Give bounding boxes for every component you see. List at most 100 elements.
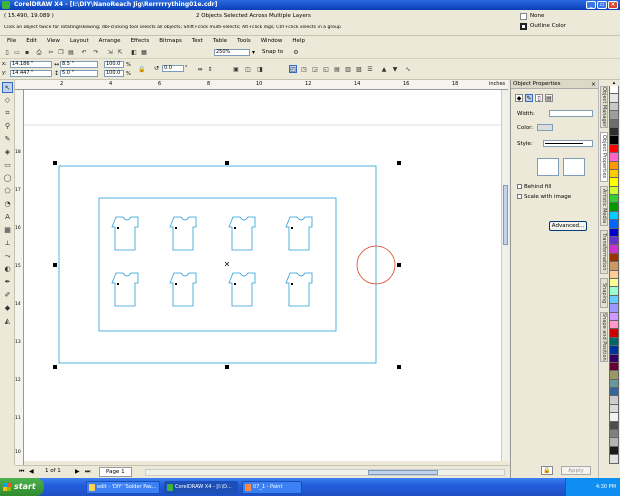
scale-y-field[interactable]: 100.0 <box>104 70 124 77</box>
menu-tools[interactable]: Tools <box>232 38 256 44</box>
text-tool-icon[interactable]: A <box>2 212 13 223</box>
color-swatch[interactable] <box>609 396 619 405</box>
welcome-screen-icon[interactable]: ▦ <box>140 48 148 56</box>
copy-icon[interactable]: ❐ <box>57 48 65 56</box>
drawing-canvas[interactable] <box>24 90 501 461</box>
paste-icon[interactable]: ▤ <box>67 48 75 56</box>
application-launcher-icon[interactable]: ◧ <box>130 48 138 56</box>
selection-handle[interactable] <box>225 161 229 165</box>
x-position-field[interactable]: 14.186 " <box>10 61 52 68</box>
color-swatch[interactable] <box>609 421 619 431</box>
color-swatch[interactable] <box>609 446 619 456</box>
detail-tab-icon[interactable]: ▤ <box>545 94 553 102</box>
scale-x-field[interactable]: 100.0 <box>104 61 124 68</box>
horizontal-ruler[interactable]: 2 4 6 8 10 12 14 16 18 inches <box>15 80 508 90</box>
color-swatch[interactable] <box>609 119 619 128</box>
color-swatch[interactable] <box>609 320 619 330</box>
color-swatch[interactable] <box>609 127 619 137</box>
page-tab[interactable]: Page 1 <box>99 467 132 477</box>
color-swatch[interactable] <box>609 371 619 380</box>
selection-handle[interactable] <box>397 365 401 369</box>
outline-tab-icon[interactable]: ✎ <box>525 94 533 102</box>
export-icon[interactable]: ⇱ <box>116 48 124 56</box>
to-front-icon[interactable]: ▲ <box>380 65 388 73</box>
behind-fill-checkbox[interactable]: Behind fill <box>517 184 551 190</box>
color-swatch[interactable] <box>609 379 619 389</box>
line-style-select[interactable] <box>543 140 593 147</box>
menu-layout[interactable]: Layout <box>65 38 94 44</box>
selection-handle[interactable] <box>225 365 229 369</box>
selection-handle[interactable] <box>397 161 401 165</box>
shape-tool-icon[interactable]: ◇ <box>2 95 13 106</box>
color-swatch[interactable] <box>609 430 619 439</box>
color-swatch[interactable] <box>609 178 619 187</box>
color-swatch[interactable] <box>609 362 619 372</box>
taskbar-item-paint[interactable]: 07_1 - Paint <box>242 481 302 494</box>
snap-to-dropdown[interactable]: Snap to <box>262 49 283 55</box>
y-position-field[interactable]: 14.447 " <box>10 70 52 77</box>
color-swatch[interactable] <box>609 312 619 321</box>
canvas-drawing[interactable] <box>24 90 501 461</box>
outline-color-picker[interactable] <box>537 124 553 131</box>
color-swatch[interactable] <box>609 438 619 447</box>
connector-tool-icon[interactable]: ⤳ <box>2 251 13 262</box>
align-distribute-icon[interactable]: ☰ <box>366 65 374 73</box>
parallel-dimension-tool-icon[interactable]: ⟂ <box>2 238 13 249</box>
color-swatch[interactable] <box>609 211 619 221</box>
print-icon[interactable]: ⎙ <box>35 48 43 56</box>
zoom-tool-icon[interactable]: ⚲ <box>2 121 13 132</box>
pick-tool-icon[interactable]: ↖ <box>2 82 13 93</box>
color-swatch[interactable] <box>609 228 619 238</box>
zoom-level-select[interactable]: 250% <box>214 49 250 56</box>
outline-width-select[interactable] <box>549 110 593 117</box>
outline-tool-icon[interactable]: ✐ <box>2 290 13 301</box>
tab-transformation[interactable]: Transformation <box>600 230 608 274</box>
color-swatch[interactable] <box>609 195 619 204</box>
front-minus-back-icon[interactable]: ▤ <box>333 65 341 73</box>
fill-tab-icon[interactable]: ◆ <box>515 94 523 102</box>
create-boundary-icon[interactable]: ▧ <box>355 65 363 73</box>
menu-window[interactable]: Window <box>256 38 288 44</box>
color-swatch[interactable] <box>609 94 619 103</box>
color-swatch[interactable] <box>609 287 619 296</box>
start-button[interactable]: start <box>0 478 44 496</box>
weld-icon[interactable]: ◰ <box>289 65 297 73</box>
polygon-tool-icon[interactable]: ⬠ <box>2 186 13 197</box>
start-arrow-select[interactable] <box>537 158 559 176</box>
horizontal-scrollbar[interactable] <box>145 469 505 476</box>
vertical-scroll-thumb[interactable] <box>503 185 508 245</box>
vertical-scrollbar[interactable] <box>501 90 509 461</box>
minimize-button[interactable]: _ <box>586 1 596 9</box>
basic-shapes-tool-icon[interactable]: ◔ <box>2 199 13 210</box>
color-swatch[interactable] <box>609 354 619 363</box>
eyedropper-tool-icon[interactable]: ✒ <box>2 277 13 288</box>
menu-bitmaps[interactable]: Bitmaps <box>154 38 187 44</box>
tab-shaping[interactable]: Shaping <box>600 278 608 308</box>
apply-button[interactable]: Apply <box>561 466 591 475</box>
color-swatch[interactable] <box>609 278 619 288</box>
color-swatch[interactable] <box>609 203 619 212</box>
color-swatch[interactable] <box>609 329 619 338</box>
import-icon[interactable]: ⇲ <box>106 48 114 56</box>
menu-view[interactable]: View <box>42 38 65 44</box>
selection-handle[interactable] <box>53 161 57 165</box>
rectangle-tool-icon[interactable]: ▭ <box>2 160 13 171</box>
crop-tool-icon[interactable]: ⌗ <box>2 108 13 119</box>
color-swatch[interactable] <box>609 186 619 196</box>
scale-with-image-checkbox[interactable]: Scale with image <box>517 194 571 200</box>
vertical-ruler[interactable]: 18 17 16 15 14 13 12 11 10 <box>15 90 24 465</box>
color-swatch[interactable] <box>609 388 619 397</box>
selection-handle[interactable] <box>53 365 57 369</box>
end-arrow-select[interactable] <box>563 158 585 176</box>
menu-effects[interactable]: Effects <box>126 38 155 44</box>
to-back-icon[interactable]: ▼ <box>391 65 399 73</box>
back-minus-front-icon[interactable]: ▥ <box>344 65 352 73</box>
color-swatch[interactable] <box>609 253 619 263</box>
menu-edit[interactable]: Edit <box>21 38 42 44</box>
ungroup-all-icon[interactable]: ◨ <box>256 65 264 73</box>
table-tool-icon[interactable]: ▦ <box>2 225 13 236</box>
restore-button[interactable]: ▫ <box>597 1 607 9</box>
lock-icon[interactable]: 🔒 <box>541 466 553 475</box>
color-swatch[interactable] <box>609 136 619 145</box>
menu-table[interactable]: Table <box>208 38 232 44</box>
